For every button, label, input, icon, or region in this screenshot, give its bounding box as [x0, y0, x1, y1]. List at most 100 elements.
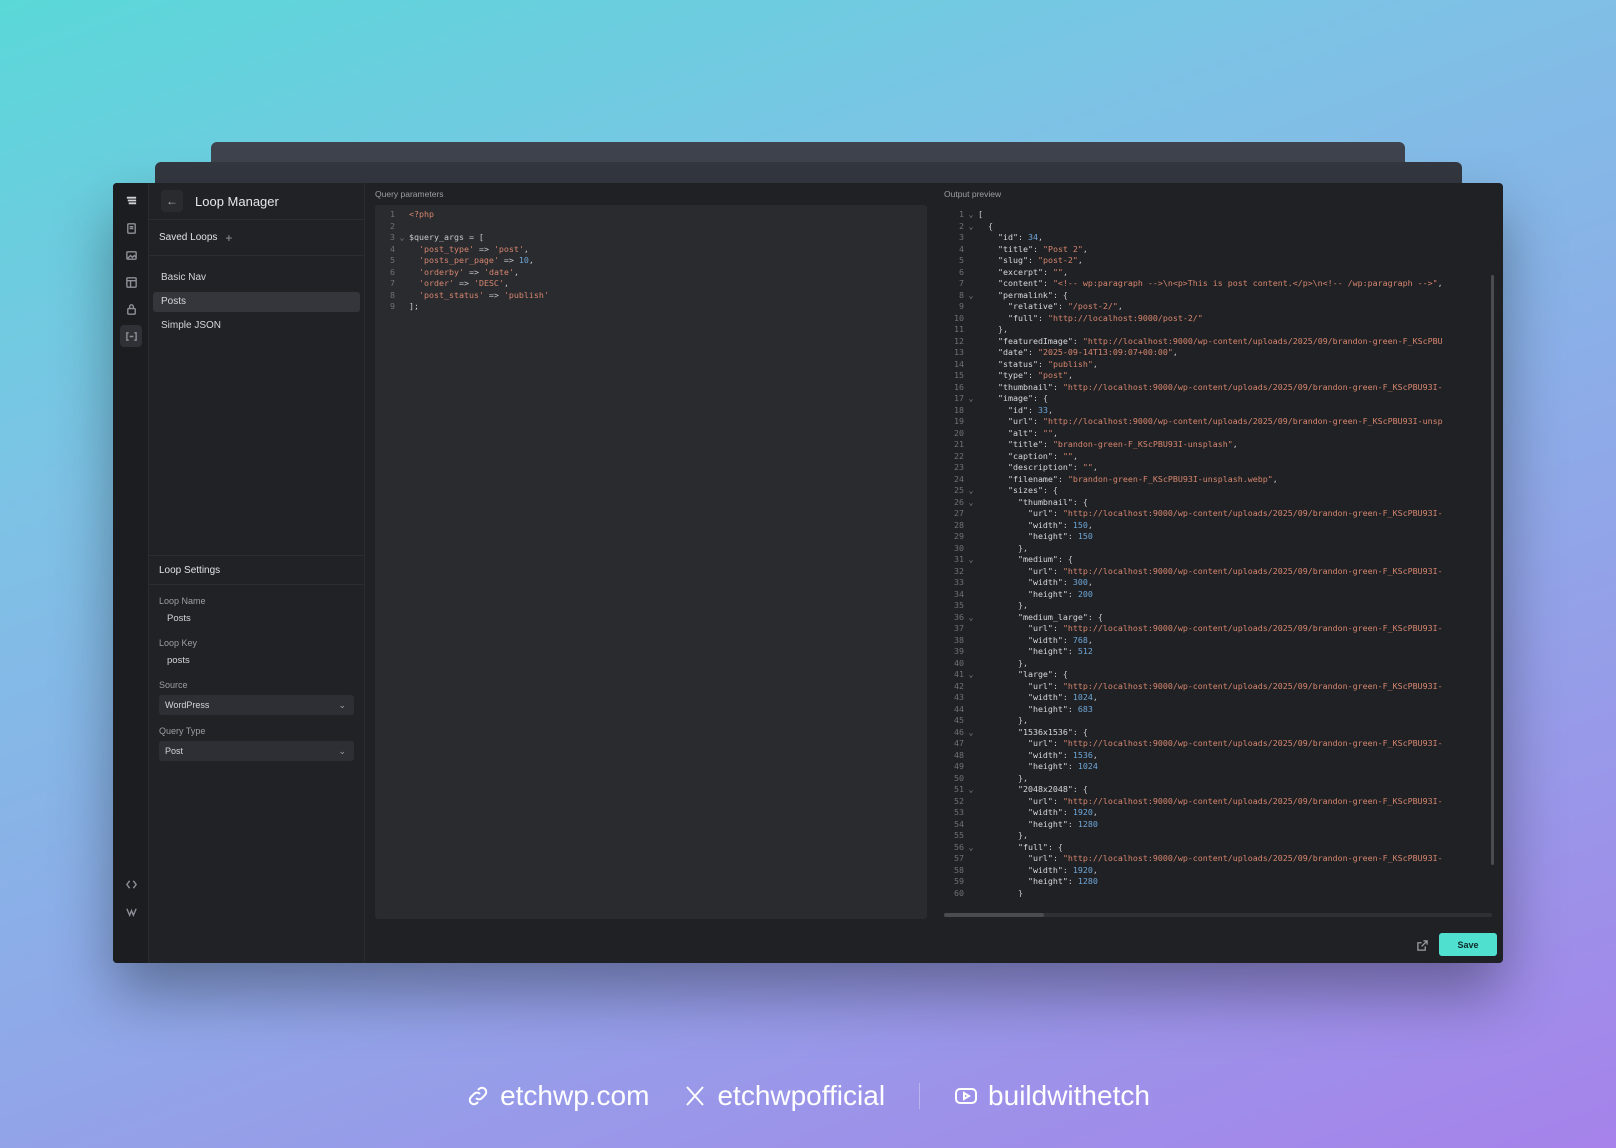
vertical-scrollbar[interactable]: [1491, 275, 1494, 865]
code-icon[interactable]: [120, 873, 142, 895]
code-token: "content": [978, 278, 1043, 288]
icon-rail: [113, 183, 149, 963]
output-code-viewer[interactable]: 1 ⌄[2 ⌄ {3 "id": 34, 4 "title": "Post 2", 5 …: [944, 205, 1494, 897]
source-select[interactable]: WordPress ⌄: [159, 695, 354, 715]
code-token: "http://localhost:9000/wp-content/upload…: [1062, 623, 1443, 633]
wordpress-icon[interactable]: [120, 900, 142, 922]
code-token: 'post_type': [419, 243, 474, 254]
line-number: 60: [954, 887, 964, 898]
fold-chevron-icon[interactable]: ⌄: [964, 221, 978, 233]
fold-chevron-icon[interactable]: ⌄: [964, 842, 978, 854]
code-line: 6 "excerpt": "",: [944, 267, 1494, 279]
code-token: =>: [483, 289, 504, 300]
saved-loop-item-selected[interactable]: Posts: [153, 292, 360, 312]
code-token: 'orderby': [419, 266, 464, 277]
x-link[interactable]: etchwpofficial: [683, 1080, 885, 1112]
code-line: 29 "height": 150: [944, 531, 1494, 543]
loop-key-input[interactable]: posts: [159, 655, 354, 669]
fold-chevron-icon[interactable]: ⌄: [964, 669, 978, 681]
query-type-select[interactable]: Post ⌄: [159, 741, 354, 761]
website-link[interactable]: etchwp.com: [466, 1080, 649, 1112]
horizontal-scrollbar-thumb[interactable]: [944, 913, 1044, 917]
template-icon[interactable]: [120, 271, 142, 293]
code-token: "featuredImage": [978, 335, 1073, 346]
x-label: etchwpofficial: [717, 1080, 886, 1111]
fold-chevron-icon[interactable]: ⌄: [964, 393, 978, 405]
code-token: },: [978, 715, 1028, 725]
loop-icon[interactable]: [120, 325, 142, 347]
fold-chevron-icon[interactable]: ⌄: [964, 485, 978, 497]
fold-chevron-icon[interactable]: ⌄: [395, 232, 409, 244]
line-number: 7: [959, 278, 964, 288]
code-token: "http://localhost:9000/wp-content/upload…: [1062, 565, 1443, 576]
fold-gutter: [964, 405, 978, 417]
code-token: "": [1062, 450, 1073, 461]
fold-gutter: [964, 428, 978, 440]
lock-icon[interactable]: [120, 298, 142, 320]
code-line: 51 ⌄ "2048x2048": {: [944, 784, 1494, 796]
code-token: ,: [1087, 519, 1093, 530]
code-token: "http://localhost:9000/post-2/": [1047, 312, 1203, 323]
line-number: 45: [954, 715, 964, 725]
page-icon[interactable]: [120, 217, 142, 239]
horizontal-scrollbar[interactable]: [944, 913, 1492, 917]
plus-icon[interactable]: +: [225, 231, 232, 245]
external-link-icon[interactable]: [1417, 938, 1431, 952]
code-token: "url": [978, 508, 1053, 518]
loop-settings: Loop Settings Loop Name Posts Loop Key p…: [149, 555, 364, 761]
fold-chevron-icon[interactable]: ⌄: [964, 612, 978, 624]
loop-name-input[interactable]: Posts: [159, 613, 354, 627]
saved-loop-item[interactable]: Basic Nav: [153, 268, 360, 288]
fold-gutter: [964, 370, 978, 382]
code-token: : {: [1072, 784, 1088, 794]
fold-gutter: [964, 382, 978, 394]
code-line: 5 "slug": "post-2",: [944, 255, 1494, 267]
fold-gutter: [964, 761, 978, 773]
code-line: 1 <?php: [375, 209, 927, 221]
code-token: :: [1052, 795, 1063, 806]
save-button[interactable]: Save: [1439, 933, 1497, 956]
code-token: ,: [503, 278, 509, 288]
code-token: :: [1052, 853, 1063, 863]
fold-chevron-icon[interactable]: ⌄: [964, 554, 978, 566]
line-number: 3: [959, 232, 964, 242]
code-line: 50 },: [944, 773, 1494, 785]
fold-chevron-icon[interactable]: ⌄: [964, 209, 978, 221]
fold-gutter: [964, 278, 978, 290]
code-token: },: [978, 657, 1028, 668]
code-token: },: [978, 772, 1028, 783]
code-token: "height": [978, 876, 1068, 886]
etch-logo-icon[interactable]: [120, 189, 142, 211]
code-token: :: [1062, 634, 1073, 645]
fold-gutter: [964, 646, 978, 658]
youtube-link[interactable]: buildwithetch: [954, 1080, 1150, 1112]
code-token: :: [1052, 565, 1063, 576]
image-icon[interactable]: [120, 244, 142, 266]
code-token: "http://localhost:9000/wp-content/upload…: [1062, 381, 1443, 392]
code-token: =>: [463, 266, 484, 277]
code-token: "http://localhost:9000/wp-content/upload…: [1042, 416, 1443, 426]
code-token: "image": [978, 393, 1033, 403]
chevron-down-icon: ⌄: [338, 699, 346, 710]
fold-chevron-icon[interactable]: ⌄: [964, 784, 978, 796]
code-token: "<!-- wp:paragraph -->\n<p>This is post …: [1052, 278, 1438, 288]
code-token: : {: [1072, 496, 1088, 507]
code-token: "http://localhost:9000/wp-content/upload…: [1062, 853, 1443, 863]
code-token: =>: [498, 255, 519, 265]
fold-chevron-icon[interactable]: ⌄: [964, 290, 978, 302]
fold-chevron-icon[interactable]: ⌄: [964, 497, 978, 509]
fold-chevron-icon[interactable]: ⌄: [964, 727, 978, 739]
code-token: ,: [1232, 439, 1238, 449]
code-token: :: [1037, 358, 1048, 369]
code-token: : {: [1087, 611, 1103, 622]
code-line: 60 }: [944, 888, 1494, 898]
line-number: 51: [954, 784, 964, 794]
code-line: 11 },: [944, 324, 1494, 336]
back-button[interactable]: ←: [161, 190, 183, 212]
code-token: ,: [1092, 864, 1098, 875]
saved-loop-item[interactable]: Simple JSON: [153, 316, 360, 336]
fold-gutter: [964, 681, 978, 693]
fold-gutter: [395, 267, 409, 279]
query-code-editor[interactable]: 1 <?php 2 3 ⌄ $query_args = [4 'post_type' =>…: [375, 205, 927, 919]
